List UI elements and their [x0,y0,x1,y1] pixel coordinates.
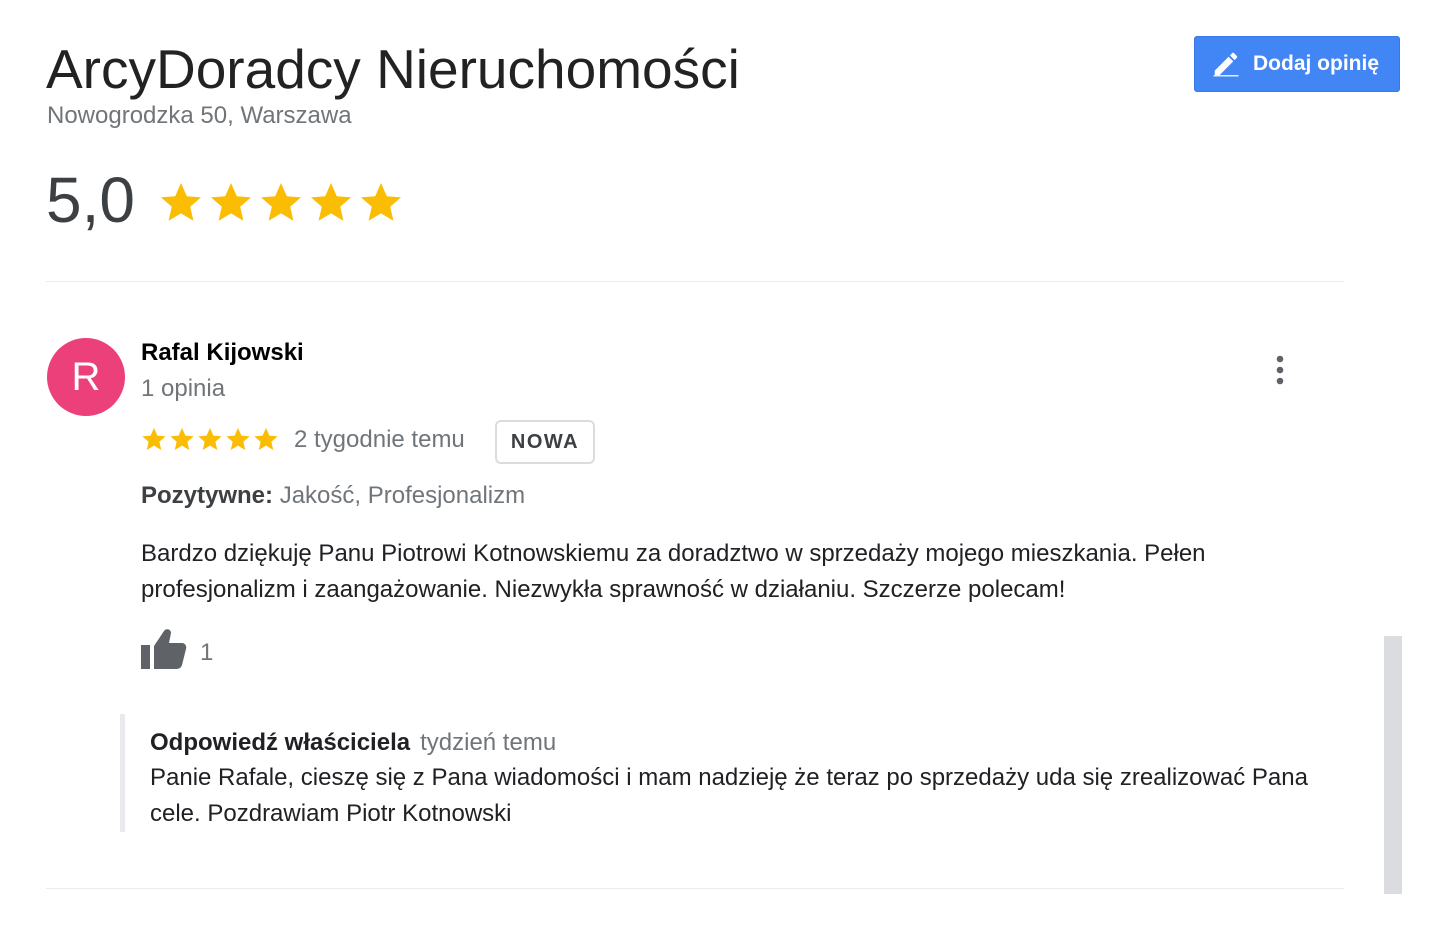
star-icon [261,183,301,221]
positives-label: Pozytywne: [141,482,274,509]
star-icon [142,427,166,450]
star-icon [198,427,222,450]
star-icon [170,427,194,450]
star-icon [311,183,351,221]
star-icon [361,183,401,221]
review-positives: Pozytywne: Jakość, Profesjonalizm [141,480,525,512]
star-icon [161,183,201,221]
review-rating-stars [140,425,280,453]
add-review-label: Dodaj opinię [1253,52,1379,75]
scrollbar[interactable] [1384,636,1402,894]
section-divider [46,281,1344,282]
business-title: ArcyDoradcy Nieruchomości [46,38,740,100]
average-rating-stars [156,178,406,226]
owner-reply-header: Odpowiedź właściciela tydzień temu [150,727,556,759]
review-divider [46,888,1344,889]
review-text: Bardzo dziękuję Panu Piotrowi Kotnowskie… [141,540,1206,603]
star-icon [211,183,251,221]
business-address: Nowogrodzka 50, Warszawa [47,102,352,129]
positives-value: Jakość, Profesjonalizm [279,482,526,509]
owner-reply-time: tydzień temu [420,729,557,756]
review-time: 2 tygodnie temu [294,426,465,453]
add-review-button[interactable]: Dodaj opinię [1194,36,1400,92]
star-icon [254,427,278,450]
review-author[interactable]: Rafal Kijowski [141,337,304,369]
pencil-icon [1213,52,1239,77]
more-options-icon[interactable] [1268,352,1292,388]
average-rating: 5,0 [46,164,135,236]
star-icon [226,427,250,450]
owner-reply-text: Panie Rafale, cieszę się z Pana wiadomoś… [150,764,1308,827]
avatar[interactable]: R [47,338,125,416]
thumbs-up-icon[interactable] [140,627,188,671]
author-review-count[interactable]: 1 opinia [141,373,225,405]
new-badge: NOWA [495,420,595,464]
owner-reply-bar [120,714,125,832]
like-count: 1 [200,639,214,666]
owner-reply-label: Odpowiedź właściciela [150,729,411,756]
